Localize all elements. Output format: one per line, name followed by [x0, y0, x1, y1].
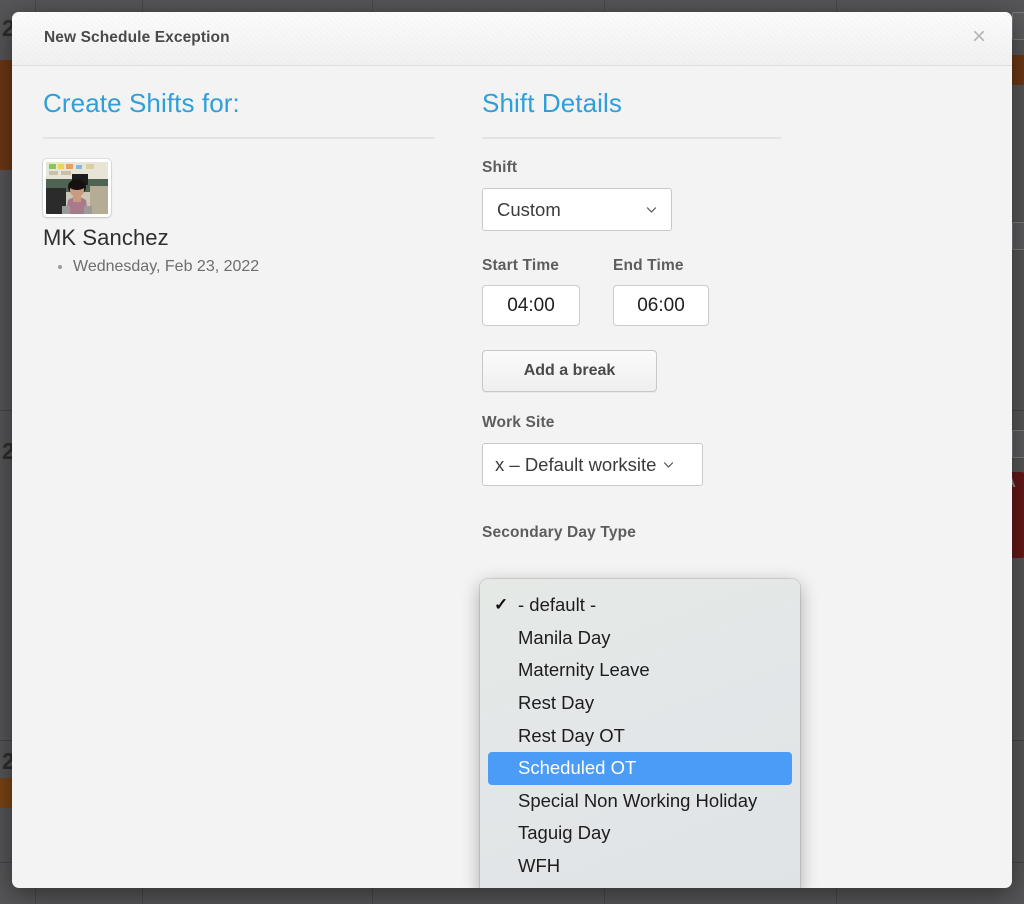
- menu-item-special-non-working-holiday[interactable]: Special Non Working Holiday: [480, 785, 800, 818]
- menu-item-label: Special Non Working Holiday: [518, 789, 758, 811]
- work-site-label: Work Site: [482, 414, 555, 431]
- create-shifts-panel: Create Shifts for: MK Sanchez • Wednesda…: [43, 66, 443, 278]
- menu-item-label: Maternity Leave: [518, 659, 650, 681]
- employee-block: MK Sanchez Wednesday, Feb 23, 2022: [43, 159, 443, 278]
- calendar-chip[interactable]: [1012, 12, 1024, 40]
- menu-item-default[interactable]: ✓ - default -: [480, 589, 800, 622]
- modal-title: New Schedule Exception: [44, 29, 230, 46]
- menu-item-label: Manila Day: [518, 626, 611, 648]
- menu-item-manila-day[interactable]: Manila Day: [480, 622, 800, 655]
- menu-item-rest-day-ot[interactable]: Rest Day OT: [480, 719, 800, 752]
- add-a-break-button[interactable]: Add a break: [482, 350, 657, 392]
- check-icon: ✓: [494, 595, 509, 615]
- chevron-down-icon: [664, 462, 674, 468]
- close-icon[interactable]: ×: [972, 25, 986, 49]
- shift-select[interactable]: Custom: [482, 188, 672, 231]
- work-site-select-value: x – Default worksite: [495, 453, 657, 475]
- start-time-label: Start Time: [482, 257, 560, 274]
- menu-item-wfh[interactable]: WFH: [480, 850, 800, 883]
- new-schedule-exception-modal: New Schedule Exception × Create Shifts f…: [12, 12, 1012, 888]
- shift-details-panel: Shift Details Shift Custom Start Time 04…: [482, 66, 902, 542]
- list-item: Wednesday, Feb 23, 2022: [73, 255, 443, 278]
- end-time-label: End Time: [613, 257, 684, 274]
- create-shifts-heading: Create Shifts for:: [43, 88, 240, 118]
- secondary-day-type-label: Secondary Day Type: [482, 524, 637, 541]
- time-row: Start Time 04:00 End Time 06:00: [482, 257, 902, 326]
- start-time-input[interactable]: 04:00: [482, 285, 580, 326]
- calendar-chip[interactable]: [1012, 222, 1024, 250]
- menu-item-label: Rest Day: [518, 692, 595, 714]
- section-divider: [482, 137, 781, 139]
- avatar: [43, 159, 111, 217]
- menu-item-label: Scheduled OT: [518, 757, 637, 779]
- end-time-group: End Time 06:00: [613, 257, 709, 326]
- employee-name: MK Sanchez: [43, 225, 169, 250]
- menu-item-taguig-day[interactable]: Taguig Day: [480, 817, 800, 850]
- employee-photo: [46, 162, 108, 214]
- shift-details-heading: Shift Details: [482, 88, 623, 118]
- work-site-select[interactable]: x – Default worksite: [482, 443, 703, 486]
- shift-label: Shift: [482, 159, 518, 176]
- modal-header: New Schedule Exception ×: [12, 12, 1012, 66]
- chevron-down-icon: [646, 207, 657, 213]
- menu-item-maternity-leave[interactable]: Maternity Leave: [480, 654, 800, 687]
- menu-item-rest-day[interactable]: Rest Day: [480, 687, 800, 720]
- shift-select-value: Custom: [497, 198, 561, 220]
- start-time-group: Start Time 04:00: [482, 257, 580, 326]
- menu-item-scheduled-ot[interactable]: Scheduled OT: [488, 751, 792, 785]
- section-divider: [43, 137, 435, 139]
- menu-item-label: Taguig Day: [518, 822, 611, 844]
- menu-item-label: WFH: [518, 855, 561, 877]
- menu-item-label: - default -: [518, 594, 597, 616]
- shift-date-list: Wednesday, Feb 23, 2022: [43, 255, 443, 278]
- calendar-chip[interactable]: [1012, 430, 1024, 458]
- menu-item-label: Rest Day OT: [518, 724, 625, 746]
- end-time-input[interactable]: 06:00: [613, 285, 709, 326]
- secondary-day-type-dropdown-menu[interactable]: ✓ - default - Manila Day Maternity Leave…: [480, 579, 800, 888]
